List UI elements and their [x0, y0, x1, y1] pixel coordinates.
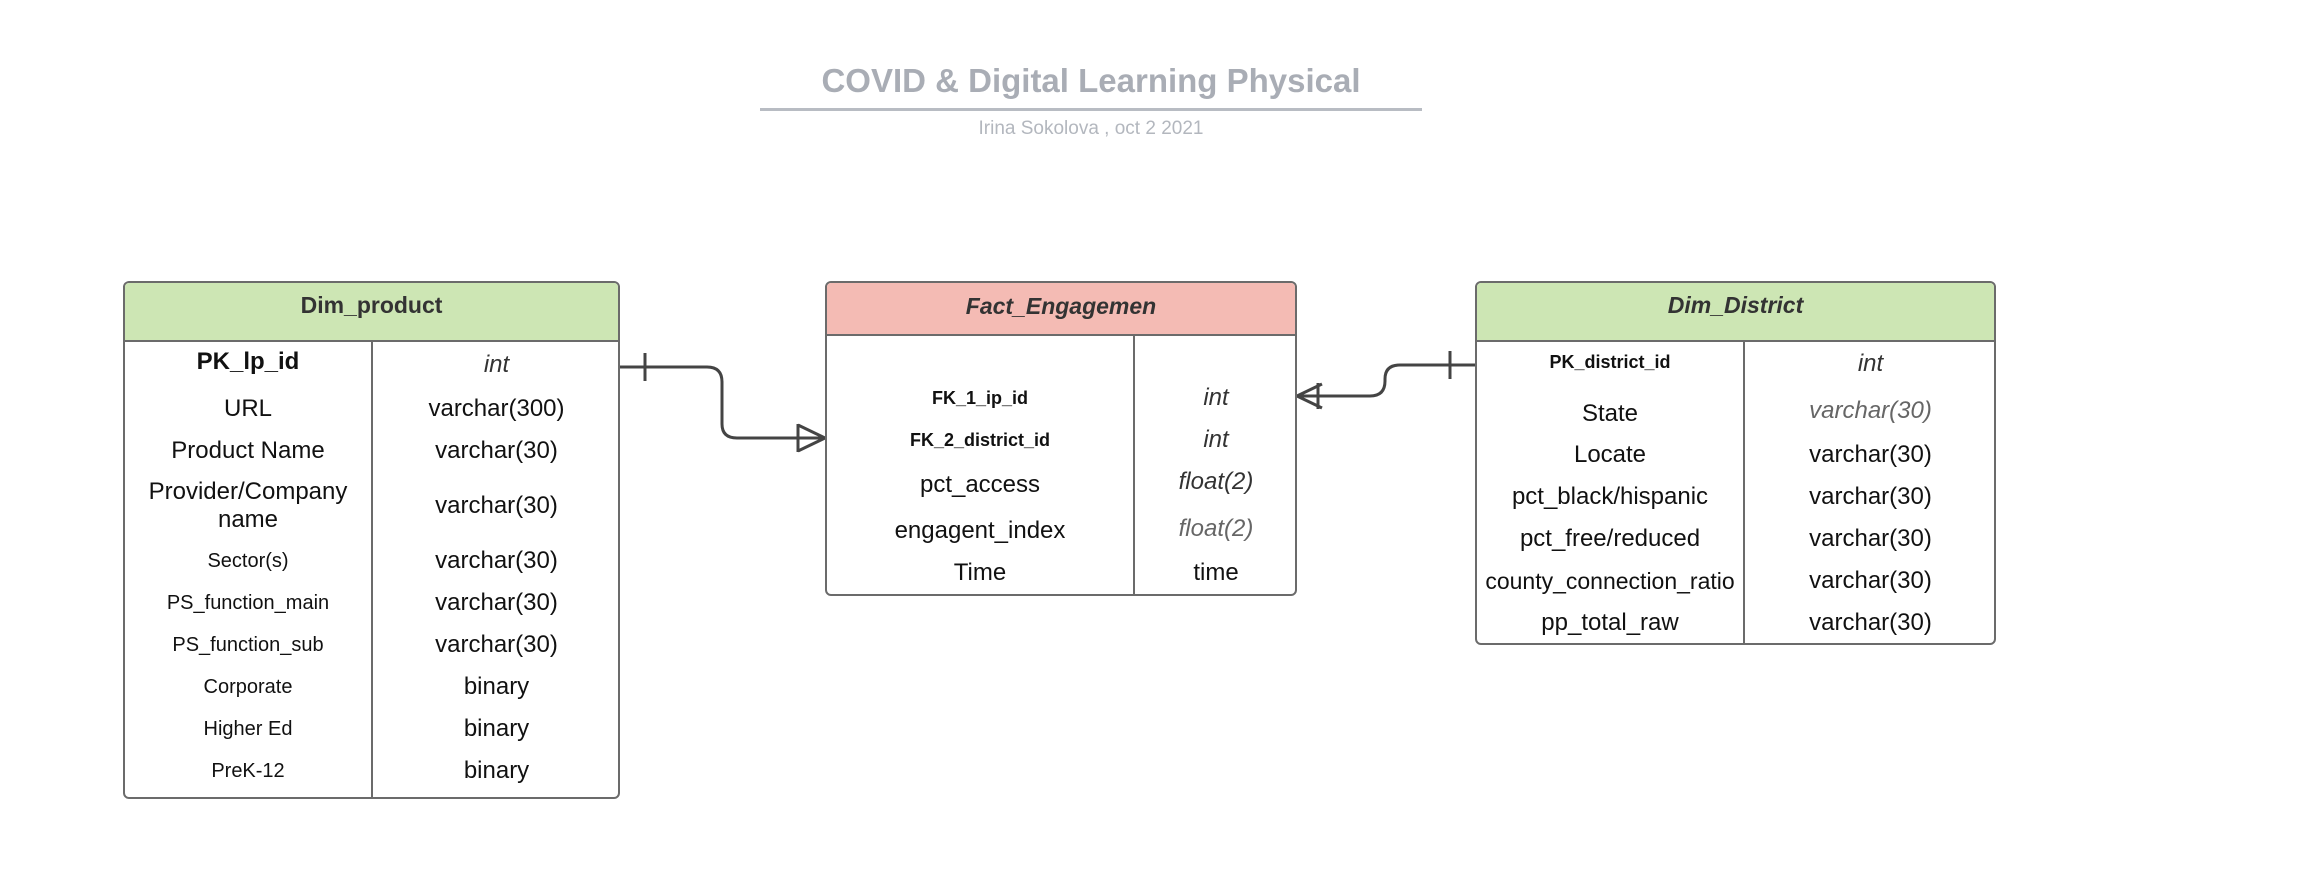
- dim-product-field-pk: PK_lp_id: [196, 348, 300, 375]
- fact-type-fk1: int: [1203, 384, 1229, 411]
- dim-product-type-higher-ed: binary: [463, 715, 530, 742]
- dim-product-field-product-name: Product Name: [171, 437, 325, 464]
- district-type-county-connection-ratio: varchar(30): [1809, 567, 1932, 594]
- fact-type-engagent-index: float(2): [1178, 515, 1254, 542]
- dim-product-table[interactable]: Dim_product PK_lp_id int URL varchar(300…: [123, 281, 620, 799]
- dim-product-type-sectors: varchar(30): [435, 547, 558, 574]
- fact-field-fk2: FK_2_district_id: [909, 430, 1051, 450]
- dim-product-field-url: URL: [223, 395, 272, 422]
- district-type-locate: varchar(30): [1809, 441, 1932, 468]
- dim-product-type-ps-sub: varchar(30): [435, 631, 558, 658]
- dim-product-field-corporate: Corporate: [203, 676, 293, 698]
- dim-product-type-ps-main: varchar(30): [435, 589, 558, 616]
- district-field-pct-black-hispanic: pct_black/hispanic: [1511, 483, 1709, 510]
- dim-product-field-ps-main: PS_function_main: [166, 592, 330, 614]
- dim-district-name: Dim_District: [1667, 292, 1804, 318]
- fact-engagement-table[interactable]: Fact_Engagemen FK_1_ip_id int FK_2_distr…: [825, 281, 1297, 596]
- dim-product-type-product-name: varchar(30): [435, 437, 558, 464]
- dim-product-header: Dim_product: [125, 283, 618, 342]
- fact-to-district-connector: [1297, 363, 1475, 398]
- fact-many-marker-bottom: [797, 436, 826, 453]
- dim-product-field-ps-sub: PS_function_sub: [172, 634, 324, 656]
- district-field-pct-free-reduced: pct_free/reduced: [1519, 525, 1701, 552]
- district-field-locate: Locate: [1573, 441, 1647, 468]
- district-type-pp-total-raw: varchar(30): [1809, 609, 1932, 636]
- district-type-pct-free-reduced: varchar(30): [1809, 525, 1932, 552]
- fact-engagement-header: Fact_Engagemen: [827, 283, 1295, 336]
- dim-product-type-provider: varchar(30): [435, 492, 558, 519]
- fact-engagement-name: Fact_Engagemen: [965, 293, 1157, 319]
- district-field-state: State: [1581, 400, 1639, 427]
- dim-product-field-higher-ed: Higher Ed: [203, 718, 293, 740]
- product-to-fact-connector: [620, 365, 825, 440]
- district-field-county-connection-ratio: county_connection_ratio: [1485, 568, 1735, 594]
- fact-field-engagent-index: engagent_index: [894, 517, 1066, 544]
- dim-product-type-prek12: binary: [463, 757, 530, 784]
- dim-product-field-sectors: Sector(s): [207, 550, 289, 572]
- fact-type-time: time: [1193, 559, 1239, 586]
- dim-product-type-corporate: binary: [463, 673, 530, 700]
- dim-district-header: Dim_District: [1477, 283, 1994, 342]
- fact-field-time: Time: [953, 559, 1007, 586]
- dim-product-field-provider: Provider/Company name: [148, 478, 348, 533]
- fact-field-fk1: FK_1_ip_id: [931, 388, 1029, 408]
- dim-product-type-pk: int: [483, 350, 510, 378]
- district-type-pct-black-hispanic: varchar(30): [1809, 483, 1932, 510]
- fact-field-pct-access: pct_access: [919, 471, 1041, 498]
- fact-type-pct-access: float(2): [1178, 468, 1254, 495]
- dim-product-type-url: varchar(300): [428, 395, 565, 422]
- district-field-pk: PK_district_id: [1549, 352, 1671, 372]
- dim-product-name: Dim_product: [300, 292, 443, 318]
- district-type-state: varchar(30): [1809, 397, 1932, 424]
- district-type-pk: int: [1857, 350, 1884, 377]
- district-field-pp-total-raw: pp_total_raw: [1541, 609, 1679, 636]
- fact-many-marker-top: [797, 423, 826, 440]
- dim-product-field-prek12: PreK-12: [211, 760, 285, 782]
- dim-district-table[interactable]: Dim_District PK_district_id int State va…: [1475, 281, 1996, 645]
- fact-type-fk2: int: [1203, 426, 1229, 453]
